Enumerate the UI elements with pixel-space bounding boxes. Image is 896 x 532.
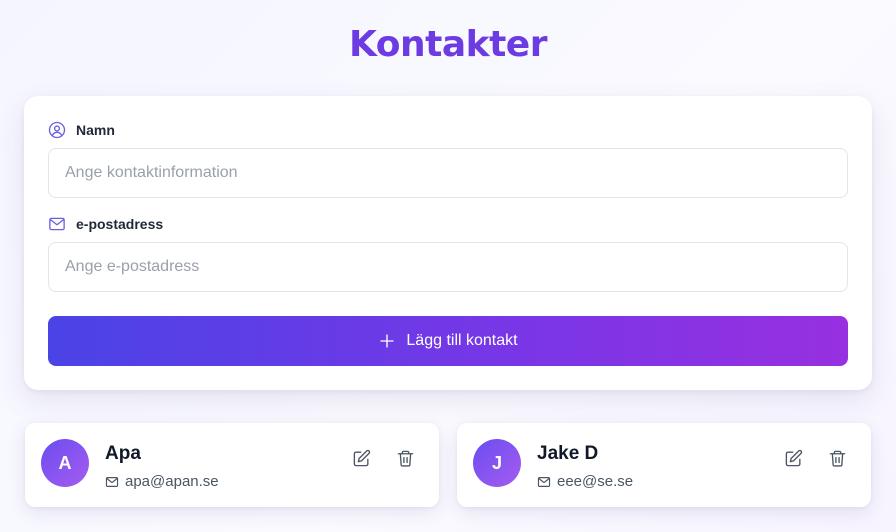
mail-icon [48,215,66,233]
name-field-label: Namn [48,121,115,139]
mail-icon [105,475,119,489]
contact-card: J Jake D eee@se.se [457,423,871,507]
trash-icon [829,450,845,467]
edit-icon [353,449,370,466]
name-label-text: Namn [76,122,115,138]
email-field-label: e-postadress [48,215,163,233]
page: Kontakter Namn e-postadress [0,0,896,532]
contact-name: Jake D [537,443,599,464]
add-contact-button[interactable]: Lägg till kontakt [48,316,848,366]
trash-icon [397,450,413,467]
add-contact-form: Namn e-postadress Lägg till kontakt [24,96,872,390]
avatar: A [41,439,89,487]
edit-contact-button[interactable] [348,445,374,471]
delete-contact-button[interactable] [392,445,418,471]
edit-icon [785,449,802,466]
contact-email: eee@se.se [537,473,633,490]
plus-icon [378,332,396,350]
contact-email: apa@apan.se [105,473,219,490]
contact-email-text: eee@se.se [557,473,634,490]
contact-card: A Apa apa@apan.se [25,423,439,507]
add-contact-button-label: Lägg till kontakt [406,332,518,349]
contact-name: Apa [105,443,141,464]
delete-contact-button[interactable] [824,445,850,471]
email-label-text: e-postadress [76,216,164,232]
contact-email-text: apa@apan.se [125,473,219,490]
email-input[interactable] [48,242,848,292]
edit-contact-button[interactable] [780,445,806,471]
avatar: J [473,439,521,487]
user-circle-icon [48,121,66,139]
page-title: Kontakter [349,24,547,65]
name-input[interactable] [48,148,848,198]
mail-icon [537,475,551,489]
